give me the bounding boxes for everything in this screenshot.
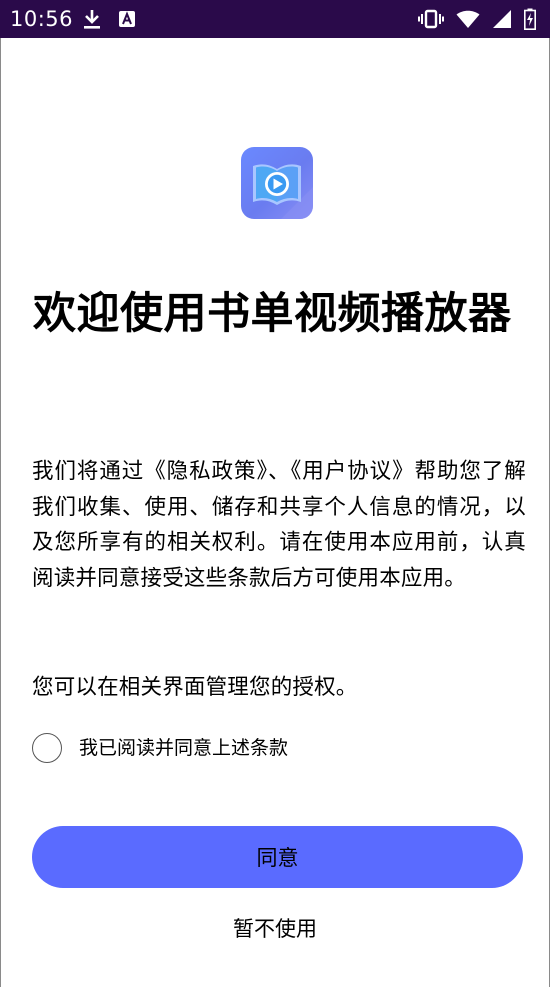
vibrate-icon [418, 9, 444, 29]
consent-checkbox-row[interactable]: 我已阅读并同意上述条款 [32, 730, 288, 766]
download-icon [82, 8, 102, 30]
book-video-player-logo-icon [241, 147, 313, 219]
signal-icon [492, 9, 512, 29]
decline-button[interactable]: 暂不使用 [200, 910, 350, 946]
wifi-icon [456, 9, 480, 29]
status-time: 10:56 [10, 7, 74, 31]
status-left-icons [82, 7, 136, 31]
privacy-notice-text: 我们将通过《隐私政策》、《用户协议》帮助您了解我们收集、使用、储存和共享个人信息… [32, 459, 526, 591]
status-bar: 10:56 [0, 0, 550, 38]
agree-button[interactable]: 同意 [32, 826, 523, 888]
left-edge-divider [0, 38, 1, 987]
battery-charging-icon [524, 8, 536, 30]
consent-checkbox[interactable] [32, 733, 62, 763]
consent-checkbox-label[interactable]: 我已阅读并同意上述条款 [79, 736, 288, 760]
page-title: 欢迎使用书单视频播放器 [33, 289, 512, 339]
authorization-note-text: 您可以在相关界面管理您的授权。 [32, 675, 358, 700]
a-notification-icon [118, 10, 136, 28]
status-right-icons [418, 7, 536, 31]
